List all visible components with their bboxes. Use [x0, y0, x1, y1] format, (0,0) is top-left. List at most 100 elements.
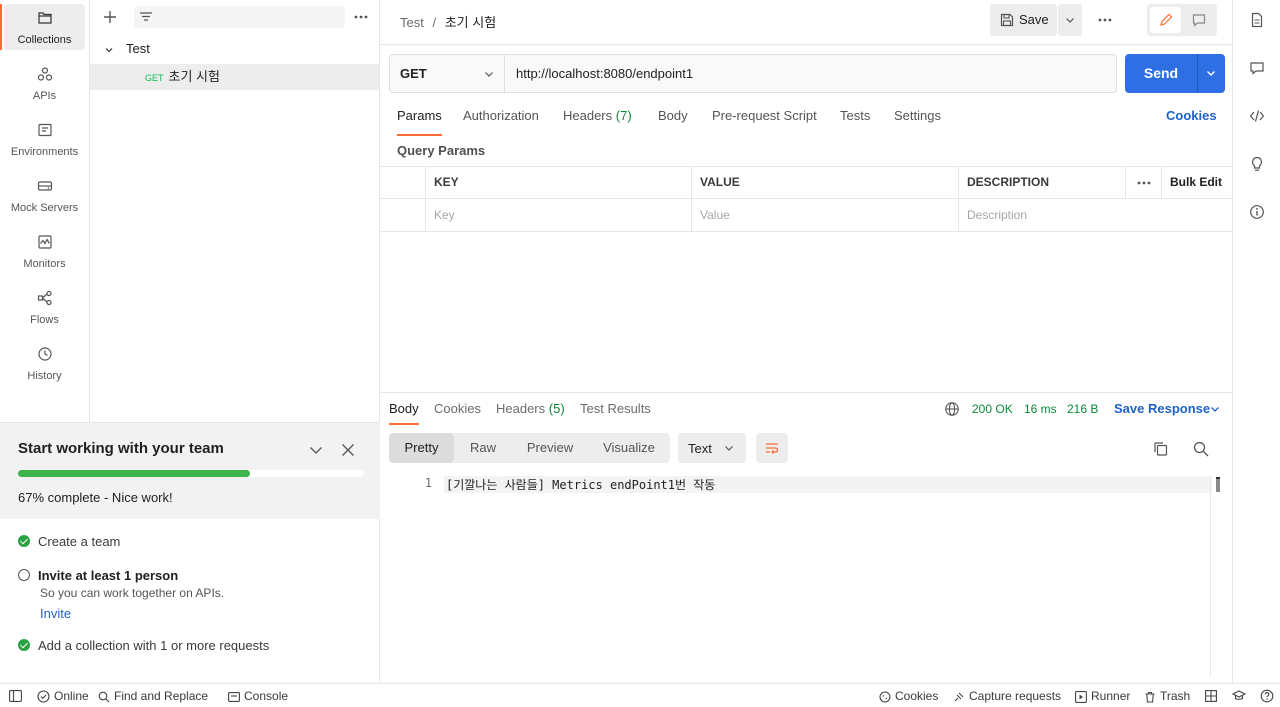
- invite-link[interactable]: Invite: [40, 606, 224, 621]
- wrap-icon: [766, 443, 779, 454]
- response-body-text[interactable]: [기깔나는 사람들] Metrics endPoint1번 작동: [446, 476, 715, 493]
- sidebar-more-button[interactable]: [352, 8, 370, 26]
- editor-scrollbar[interactable]: [1210, 477, 1224, 677]
- response-tab-body[interactable]: Body: [389, 401, 419, 425]
- runner-icon: [1075, 690, 1087, 703]
- rail-label: Flows: [30, 314, 59, 326]
- console-icon: [228, 691, 240, 702]
- close-onboarding-button[interactable]: [339, 441, 357, 459]
- save-options-button[interactable]: [1058, 4, 1082, 36]
- response-status[interactable]: 200 OK: [972, 402, 1013, 416]
- rail-item-history[interactable]: History: [4, 340, 85, 386]
- status-bar: Online Find and Replace Console Cookies …: [0, 683, 1280, 707]
- find-replace-label: Find and Replace: [114, 689, 209, 703]
- scrollbar-thumb[interactable]: [1216, 477, 1220, 492]
- format-select[interactable]: Text: [678, 433, 746, 463]
- rail-item-monitors[interactable]: Monitors: [4, 228, 85, 274]
- save-response-button[interactable]: Save Response: [1114, 401, 1210, 416]
- onboarding-title: Start working with your team: [18, 440, 224, 457]
- request-row[interactable]: GET 초기 시험: [90, 64, 379, 90]
- rail-item-flows[interactable]: Flows: [4, 284, 85, 330]
- send-button[interactable]: Send: [1125, 54, 1197, 93]
- trash-button[interactable]: Trash: [1144, 689, 1190, 703]
- request-more-button[interactable]: [1096, 11, 1114, 29]
- response-tab-headers[interactable]: Headers (5): [496, 401, 565, 416]
- view-preview[interactable]: Preview: [512, 433, 588, 463]
- tab-authorization[interactable]: Authorization: [463, 108, 539, 128]
- response-tab-cookies[interactable]: Cookies: [434, 401, 481, 416]
- param-key-input[interactable]: Key: [426, 199, 692, 231]
- response-tab-test-results[interactable]: Test Results: [580, 401, 651, 416]
- new-collection-button[interactable]: [100, 7, 120, 27]
- copy-icon[interactable]: [1152, 440, 1170, 458]
- code-icon[interactable]: [1249, 108, 1265, 124]
- task-label: Add a collection with 1 or more requests: [38, 638, 270, 653]
- breadcrumb-parent[interactable]: Test: [400, 15, 424, 30]
- console-label: Console: [244, 689, 289, 703]
- globe-icon[interactable]: [944, 401, 960, 417]
- view-raw[interactable]: Raw: [454, 433, 512, 463]
- tab-settings[interactable]: Settings: [894, 108, 941, 128]
- tab-params[interactable]: Params: [397, 108, 442, 136]
- tab-headers[interactable]: Headers (7): [563, 108, 632, 128]
- rail-item-apis[interactable]: APIs: [4, 60, 85, 106]
- line-number: 1: [424, 476, 432, 490]
- info-icon[interactable]: [1249, 204, 1265, 220]
- tab-tests[interactable]: Tests: [840, 108, 870, 128]
- task-label: Invite at least 1 person: [38, 568, 179, 583]
- search-icon[interactable]: [1192, 440, 1210, 458]
- tab-body[interactable]: Body: [658, 108, 688, 128]
- column-header-key: KEY: [426, 166, 692, 199]
- sidebar-search-input[interactable]: [134, 6, 345, 28]
- capture-requests-button[interactable]: Capture requests: [953, 689, 1061, 703]
- save-button[interactable]: Save: [990, 4, 1057, 36]
- cookies-status-button[interactable]: Cookies: [879, 689, 938, 703]
- comments-icon[interactable]: [1249, 60, 1265, 76]
- response-size[interactable]: 216 B: [1067, 402, 1098, 416]
- rail-label: History: [27, 370, 62, 382]
- send-options-button[interactable]: [1198, 54, 1225, 93]
- wrap-lines-button[interactable]: [756, 433, 788, 463]
- method-select[interactable]: GET: [390, 55, 505, 92]
- cookies-link[interactable]: Cookies: [1166, 108, 1217, 128]
- layout-icon[interactable]: [1205, 690, 1217, 702]
- response-divider[interactable]: [380, 392, 1232, 393]
- onboarding-header: Start working with your team 67% complet…: [0, 423, 380, 519]
- breadcrumb: Test / 초기 시험: [400, 12, 496, 31]
- tab-pre-request-script[interactable]: Pre-request Script: [712, 108, 817, 128]
- view-pretty[interactable]: Pretty: [389, 433, 454, 463]
- rail-label: Environments: [10, 146, 79, 158]
- request-name: 초기 시험: [168, 69, 220, 84]
- online-status[interactable]: Online: [37, 689, 89, 703]
- view-visualize[interactable]: Visualize: [588, 433, 670, 463]
- response-time[interactable]: 16 ms: [1024, 402, 1057, 416]
- tab-label: Pre-request Script: [712, 108, 817, 123]
- lightbulb-icon[interactable]: [1249, 156, 1265, 172]
- rail-item-mock-servers[interactable]: Mock Servers: [4, 172, 85, 218]
- rail-item-environments[interactable]: Environments: [4, 116, 85, 162]
- column-header-description: DESCRIPTION: [959, 166, 1126, 199]
- console-button[interactable]: Console: [228, 689, 288, 703]
- rail-item-collections[interactable]: Collections: [0, 4, 85, 50]
- tab-label: Body: [658, 108, 688, 123]
- collapse-onboarding-button[interactable]: [307, 441, 325, 459]
- online-label: Online: [54, 689, 89, 703]
- runner-button[interactable]: Runner: [1075, 689, 1130, 703]
- collection-row[interactable]: Test: [90, 36, 379, 62]
- table-more-button[interactable]: [1126, 166, 1162, 199]
- check-circle-icon: [37, 690, 50, 703]
- url-input[interactable]: http://localhost:8080/endpoint1: [516, 66, 693, 81]
- edit-mode-button[interactable]: [1150, 7, 1181, 33]
- find-replace-button[interactable]: Find and Replace: [98, 689, 208, 703]
- trash-label: Trash: [1160, 689, 1191, 703]
- tab-label: Tests: [840, 108, 871, 123]
- bulk-edit-button[interactable]: Bulk Edit: [1162, 166, 1232, 199]
- help-icon[interactable]: [1260, 689, 1274, 703]
- toggle-sidebar-icon[interactable]: [9, 690, 22, 702]
- comment-mode-button[interactable]: [1183, 7, 1214, 33]
- param-value-input[interactable]: Value: [692, 199, 959, 231]
- documentation-icon[interactable]: [1249, 12, 1265, 28]
- param-description-input[interactable]: Description: [959, 199, 1126, 231]
- chevron-down-icon[interactable]: [1209, 403, 1221, 415]
- bootcamp-icon[interactable]: [1232, 689, 1246, 703]
